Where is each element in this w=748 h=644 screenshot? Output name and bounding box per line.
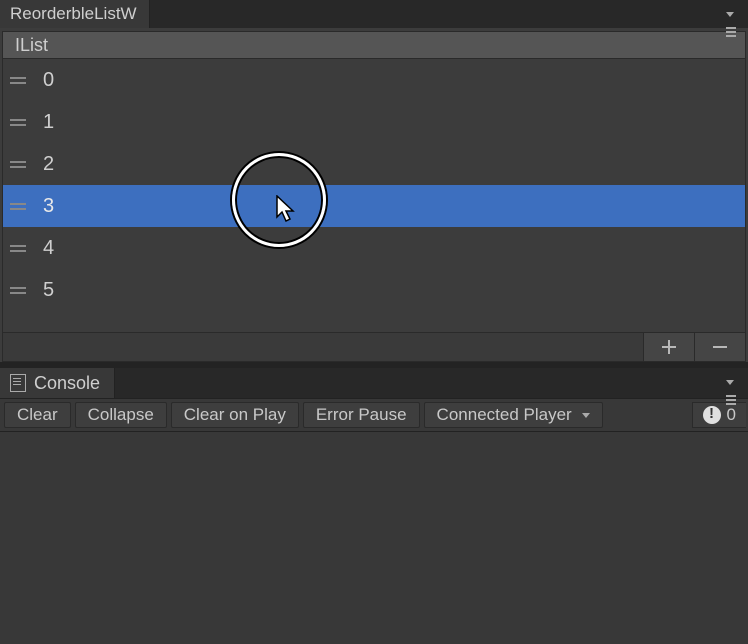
drag-handle-icon bbox=[10, 77, 26, 79]
add-item-button[interactable] bbox=[644, 333, 694, 361]
list-title: IList bbox=[15, 35, 48, 55]
list-item-label: 0 bbox=[33, 69, 54, 92]
drag-handle-icon bbox=[10, 203, 26, 205]
list-item-label: 3 bbox=[33, 195, 54, 218]
reorderable-list-panel: ReorderbleListW IList 0 1 2 3 4 bbox=[0, 0, 748, 362]
tab-reorderable-list[interactable]: ReorderbleListW bbox=[0, 0, 150, 28]
plus-icon bbox=[661, 339, 677, 355]
console-toolbar: Clear Collapse Clear on Play Error Pause… bbox=[0, 398, 748, 432]
drag-handle-icon bbox=[10, 161, 26, 163]
list-item[interactable]: 5 bbox=[3, 269, 745, 311]
list-item[interactable]: 2 bbox=[3, 143, 745, 185]
tab-label: Console bbox=[34, 373, 100, 394]
tab-label: ReorderbleListW bbox=[10, 0, 137, 28]
toolbar-spacer bbox=[605, 399, 692, 431]
connected-player-dropdown[interactable]: Connected Player bbox=[424, 402, 603, 428]
list-footer-buttons bbox=[643, 333, 745, 361]
list-item-label: 4 bbox=[33, 237, 54, 260]
tab-bar: ReorderbleListW bbox=[0, 0, 748, 28]
list-header: IList bbox=[2, 31, 746, 59]
console-panel: Console Clear Collapse Clear on Play Err… bbox=[0, 368, 748, 644]
list-item[interactable]: 4 bbox=[3, 227, 745, 269]
error-count-toggle[interactable]: 0 bbox=[692, 402, 746, 428]
clear-on-play-button[interactable]: Clear on Play bbox=[171, 402, 299, 428]
list-body: 0 1 2 3 4 5 bbox=[2, 59, 746, 332]
list-item[interactable]: 0 bbox=[3, 59, 745, 101]
drag-handle-icon bbox=[10, 287, 26, 289]
remove-item-button[interactable] bbox=[694, 333, 745, 361]
list-item-label: 2 bbox=[33, 153, 54, 176]
drag-handle[interactable] bbox=[3, 121, 33, 123]
drag-handle[interactable] bbox=[3, 289, 33, 291]
list-item[interactable]: 3 bbox=[3, 185, 745, 227]
drag-handle[interactable] bbox=[3, 79, 33, 81]
list-item-label: 5 bbox=[33, 279, 54, 302]
drag-handle-icon bbox=[10, 245, 26, 247]
clear-button[interactable]: Clear bbox=[4, 402, 71, 428]
drag-handle[interactable] bbox=[3, 247, 33, 249]
error-pause-button[interactable]: Error Pause bbox=[303, 402, 420, 428]
tab-options[interactable] bbox=[726, 4, 742, 20]
minus-icon bbox=[713, 346, 727, 348]
tab-console[interactable]: Console bbox=[0, 368, 115, 398]
drag-handle[interactable] bbox=[3, 205, 33, 207]
list-item[interactable]: 1 bbox=[3, 101, 745, 143]
error-count-label: 0 bbox=[727, 405, 736, 425]
list-item-label: 1 bbox=[33, 111, 54, 134]
panel-menu-icon[interactable] bbox=[726, 4, 742, 20]
console-log-area[interactable] bbox=[0, 432, 748, 644]
error-icon bbox=[703, 406, 721, 424]
drag-handle-icon bbox=[10, 119, 26, 121]
drag-handle[interactable] bbox=[3, 163, 33, 165]
panel-menu-icon[interactable] bbox=[726, 372, 742, 388]
console-icon bbox=[10, 374, 26, 392]
collapse-button[interactable]: Collapse bbox=[75, 402, 167, 428]
tab-options[interactable] bbox=[726, 372, 742, 388]
list-footer bbox=[2, 332, 746, 362]
tab-bar: Console bbox=[0, 368, 748, 398]
